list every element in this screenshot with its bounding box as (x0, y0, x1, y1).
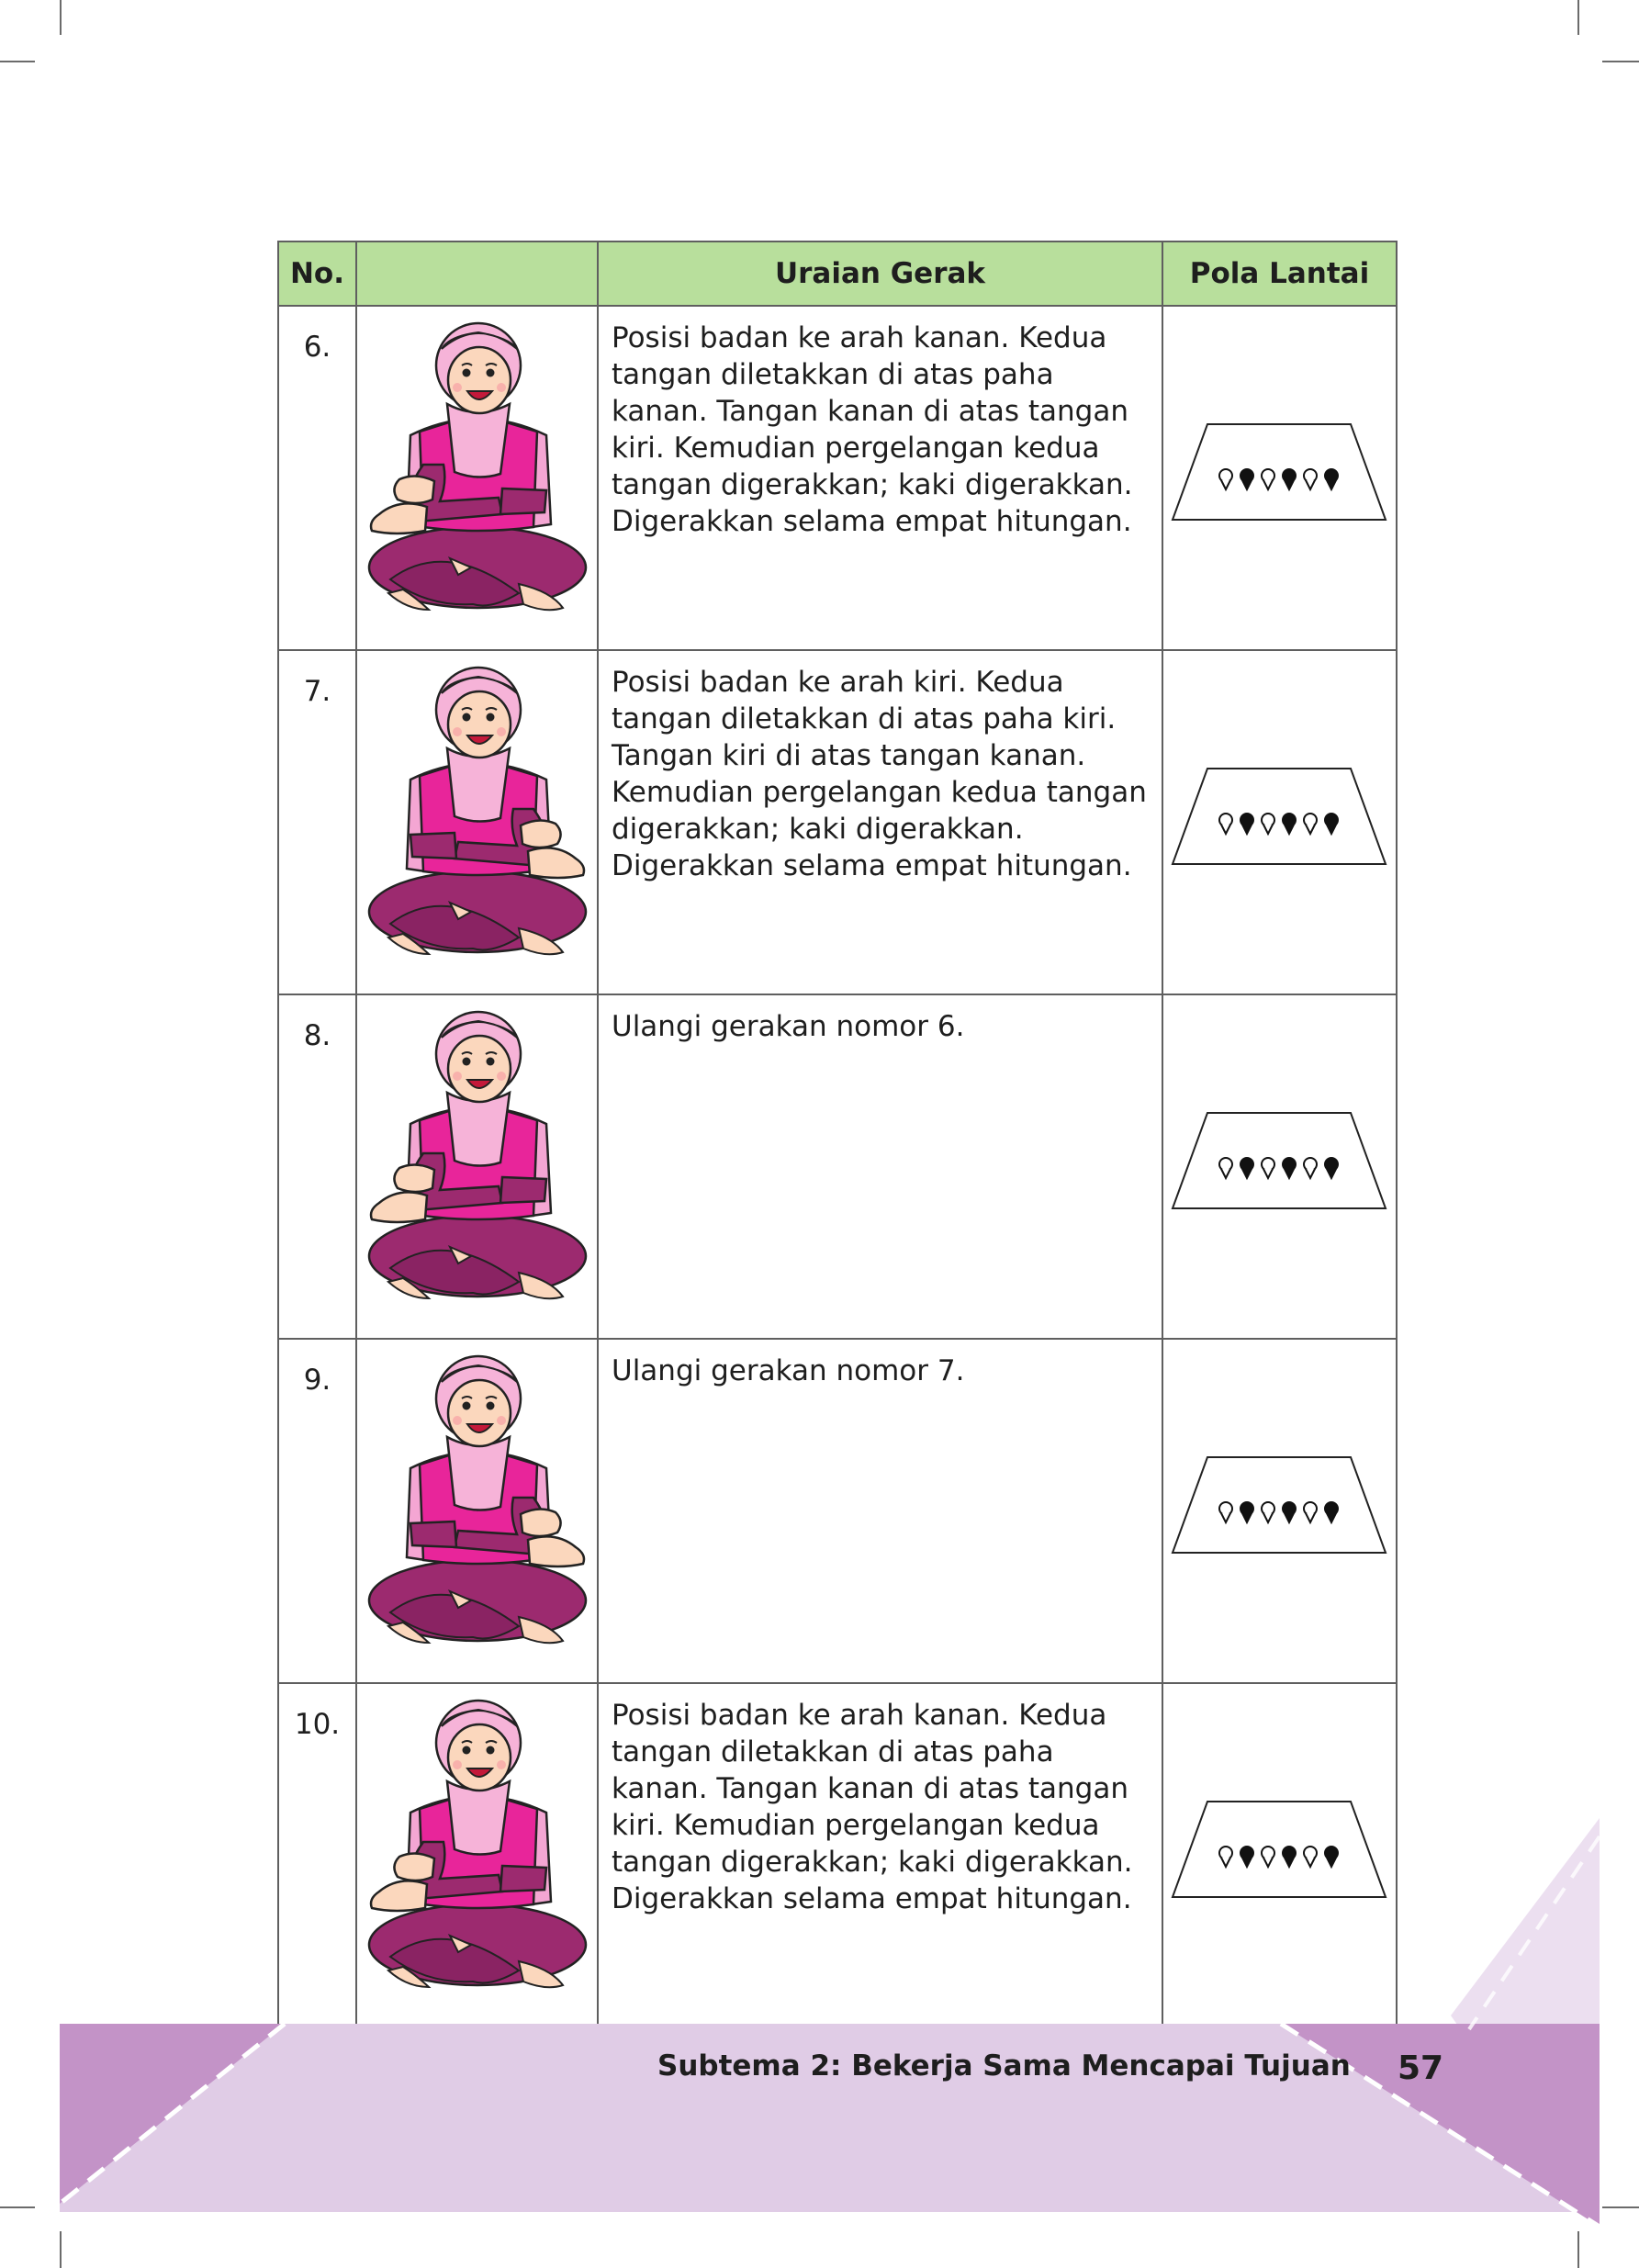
header-uraian-gerak: Uraian Gerak (597, 241, 1163, 307)
dancer-hands-left-illustration (363, 662, 592, 974)
stage-outline (1171, 423, 1387, 521)
step-number: 9. (277, 1338, 357, 1684)
stage-outline (1171, 1112, 1387, 1209)
table-row: 8. Ulangi gerakan nomor 6. (277, 994, 1398, 1340)
step-number: 6. (277, 305, 357, 651)
stage-outline (1171, 768, 1387, 865)
stage-outline (1171, 1456, 1387, 1554)
table-row: 7. Posisi badan ke arah kiri. Kedua tang… (277, 649, 1398, 995)
dancer-illustration (355, 994, 599, 1340)
step-number-text: 8. (303, 1019, 331, 1052)
dancer-illustration (355, 305, 599, 651)
floor-pattern-diagram (1171, 768, 1387, 865)
header-no: No. (277, 241, 357, 307)
floor-pattern-cell (1162, 305, 1398, 651)
floor-pattern-cell (1162, 649, 1398, 995)
step-number-text: 9. (303, 1364, 331, 1397)
header-figure (355, 241, 599, 307)
table-row: 9. Ulangi gerakan nomor 7. (277, 1338, 1398, 1684)
step-number: 7. (277, 649, 357, 995)
floor-pattern-diagram (1171, 1112, 1387, 1209)
dancer-hands-right-illustration (363, 1006, 592, 1319)
step-number-text: 6. (303, 331, 331, 364)
header-pola-lantai: Pola Lantai (1162, 241, 1398, 307)
crop-mark (0, 61, 35, 62)
floor-pattern-cell (1162, 1338, 1398, 1684)
step-number-text: 7. (303, 675, 331, 708)
floor-pattern-cell (1162, 994, 1398, 1340)
movement-description: Ulangi gerakan nomor 7. (597, 1338, 1163, 1684)
movement-description: Posisi badan ke arah kanan. Kedua tangan… (597, 305, 1163, 651)
footer-subtheme: Subtema 2: Bekerja Sama Mencapai Tujuan (657, 2049, 1351, 2083)
footer-decoration (58, 1818, 1601, 2229)
dancer-hands-left-illustration (363, 1351, 592, 1663)
table-header-row: No. Uraian Gerak Pola Lantai (277, 241, 1398, 307)
step-number-text: 10. (294, 1708, 341, 1741)
dancer-illustration (355, 1338, 599, 1684)
floor-pattern-diagram (1171, 1456, 1387, 1554)
movement-description: Ulangi gerakan nomor 6. (597, 994, 1163, 1340)
floor-pattern-diagram (1171, 423, 1387, 521)
crop-mark (1577, 0, 1579, 35)
table-row: 6. Posisi badan ke arah kanan. Kedua tan… (277, 305, 1398, 651)
dance-movement-table: No. Uraian Gerak Pola Lantai 6. Posisi b… (277, 241, 1398, 2028)
crop-mark (1602, 61, 1639, 62)
movement-description: Posisi badan ke arah kiri. Kedua tangan … (597, 649, 1163, 995)
page-number: 57 (1398, 2049, 1444, 2087)
crop-mark (60, 0, 62, 35)
step-number: 8. (277, 994, 357, 1340)
dancer-illustration (355, 649, 599, 995)
dancer-hands-right-illustration (363, 318, 592, 630)
